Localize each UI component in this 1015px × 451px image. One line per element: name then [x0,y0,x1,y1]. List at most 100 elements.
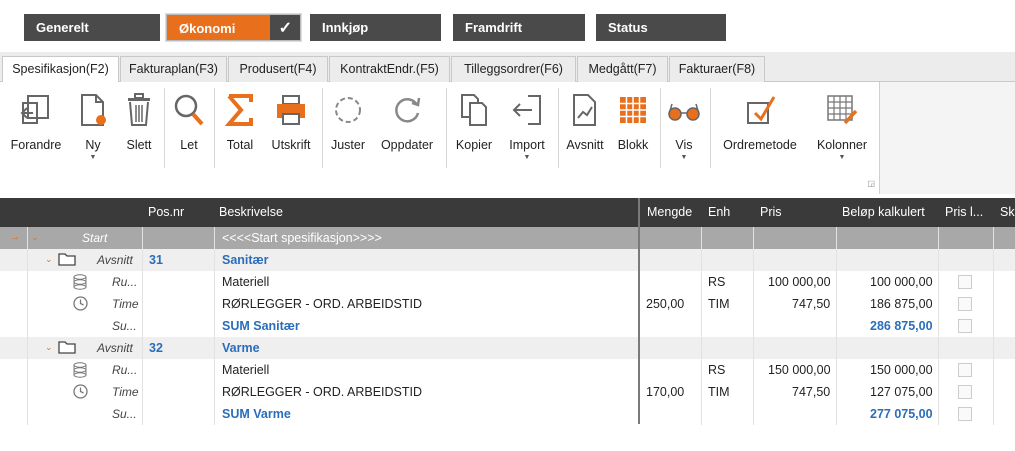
table-row[interactable]: Time RØRLEGGER - ORD. ARBEIDSTID 250,00 … [0,293,1015,315]
grid-icon [614,90,652,130]
tab-fakturaplan[interactable]: Fakturaplan(F3) [120,56,227,82]
nav-innkjop[interactable]: Innkjøp [310,14,441,41]
trash-icon [122,90,156,130]
table-row[interactable]: Su... SUM Varme 277 075,00 [0,403,1015,425]
row-description: Varme [222,341,260,355]
dropdown-arrow-icon: ▼ [838,154,846,161]
row-enh: RS [708,275,726,289]
blokk-button[interactable]: Blokk [614,90,652,152]
pris-l-checkbox[interactable] [958,385,972,399]
row-pris: 747,50 [792,385,831,399]
pris-l-checkbox[interactable] [958,275,972,289]
grid-line [938,227,939,425]
columns-icon [812,90,872,130]
row-description: RØRLEGGER - ORD. ARBEIDSTID [222,385,423,399]
row-enh: RS [708,363,726,377]
row-mengde: 250,00 [646,297,685,311]
clock-icon [73,384,88,402]
table-row[interactable]: ⌄ Avsnitt 32 Varme [0,337,1015,359]
tab-tilleggsordrer[interactable]: Tilleggsordrer(F6) [451,56,576,82]
header-ska[interactable]: Ska [1000,205,1015,219]
grid-header: Pos.nr Beskrivelse Mengde Enh Pris Beløp… [0,198,1015,227]
kopier-button[interactable]: Kopier [452,90,496,152]
nav-okonomi[interactable]: Økonomi ✓ [166,14,301,41]
row-type: Ru... [112,275,138,289]
slett-label: Slett [126,138,152,152]
let-button[interactable]: Let [172,90,206,152]
edit-icon [8,90,64,130]
header-belop[interactable]: Beløp kalkulert [842,205,925,219]
utskrift-button[interactable]: Utskrift [268,90,314,152]
row-type: Time [112,297,139,311]
tab-bar: Spesifikasjon(F2) Fakturaplan(F3) Produs… [0,52,1015,83]
nav-status[interactable]: Status [596,14,726,41]
printer-icon [268,90,314,130]
avsnitt-button[interactable]: Avsnitt [563,90,607,152]
nav-framdrift[interactable]: Framdrift [453,14,585,41]
row-description: <<<<Start spesifikasjon>>>> [222,231,382,245]
table-row-start[interactable]: → ⌄ Start <<<<Start spesifikasjon>>>> [0,227,1015,249]
ribbon-expand-icon[interactable]: ◲ [867,179,875,188]
new-document-icon [78,90,108,130]
tab-medgatt[interactable]: Medgått(F7) [577,56,668,82]
row-type: Start [82,231,108,245]
table-row[interactable]: ⌄ Avsnitt 31 Sanitær [0,249,1015,271]
expand-chevron-icon[interactable]: ⌄ [31,232,39,243]
tab-kontraktendr[interactable]: KontraktEndr.(F5) [329,56,450,82]
row-description: RØRLEGGER - ORD. ARBEIDSTID [222,297,423,311]
pris-l-checkbox[interactable] [958,319,972,333]
import-button[interactable]: Import ▼ [504,90,550,161]
coins-icon [73,362,87,381]
tab-produsert[interactable]: Produsert(F4) [228,56,328,82]
import-icon [504,90,550,130]
separator [446,88,447,168]
row-posnr: 32 [149,341,163,355]
table-row[interactable]: Time RØRLEGGER - ORD. ARBEIDSTID 170,00 … [0,381,1015,403]
ordremetode-label: Ordremetode [723,138,797,152]
oppdater-button[interactable]: Oppdater [376,90,438,152]
juster-button[interactable]: Juster [328,90,368,152]
row-posnr: 31 [149,253,163,267]
row-belop: 277 075,00 [870,407,933,421]
tab-fakturaer[interactable]: Fakturaer(F8) [669,56,765,82]
row-pris: 100 000,00 [768,275,831,289]
total-button[interactable]: Total [222,90,258,152]
vis-button[interactable]: Vis ▼ [666,90,702,161]
separator [710,88,711,168]
copy-icon [452,90,496,130]
expand-chevron-icon[interactable]: ⌄ [45,254,53,265]
dropdown-arrow-icon: ▼ [680,154,688,161]
folder-icon [58,252,76,269]
frozen-column-divider [638,198,640,424]
header-beskrivelse[interactable]: Beskrivelse [219,205,283,219]
grid-line [214,227,215,425]
row-belop: 286 875,00 [870,319,933,333]
slett-button[interactable]: Slett [122,90,156,152]
nav-label: Økonomi [179,21,236,36]
nav-generelt[interactable]: Generelt [24,14,160,41]
sigma-icon [222,90,258,130]
table-row[interactable]: Ru... Materiell RS 150 000,00 150 000,00 [0,359,1015,381]
header-pris[interactable]: Pris [760,205,782,219]
specification-grid: Pos.nr Beskrivelse Mengde Enh Pris Beløp… [0,198,1015,451]
pris-l-checkbox[interactable] [958,363,972,377]
kolonner-button[interactable]: Kolonner ▼ [812,90,872,161]
tab-spesifikasjon[interactable]: Spesifikasjon(F2) [2,56,119,83]
ny-button[interactable]: Ny ▼ [78,90,108,161]
forandre-button[interactable]: Forandre [8,90,64,152]
header-enh[interactable]: Enh [708,205,730,219]
header-prisl[interactable]: Pris l... [945,205,983,219]
row-enh: TIM [708,297,730,311]
kopier-label: Kopier [455,138,493,152]
row-description: Materiell [222,275,270,289]
refresh-icon [376,90,438,130]
table-row[interactable]: Ru... Materiell RS 100 000,00 100 000,00 [0,271,1015,293]
ordremetode-button[interactable]: Ordremetode [716,90,804,152]
row-belop: 186 875,00 [870,297,933,311]
expand-chevron-icon[interactable]: ⌄ [45,342,53,353]
pris-l-checkbox[interactable] [958,407,972,421]
pris-l-checkbox[interactable] [958,297,972,311]
header-posnr[interactable]: Pos.nr [148,205,184,219]
table-row[interactable]: Su... SUM Sanitær 286 875,00 [0,315,1015,337]
header-mengde[interactable]: Mengde [647,205,692,219]
